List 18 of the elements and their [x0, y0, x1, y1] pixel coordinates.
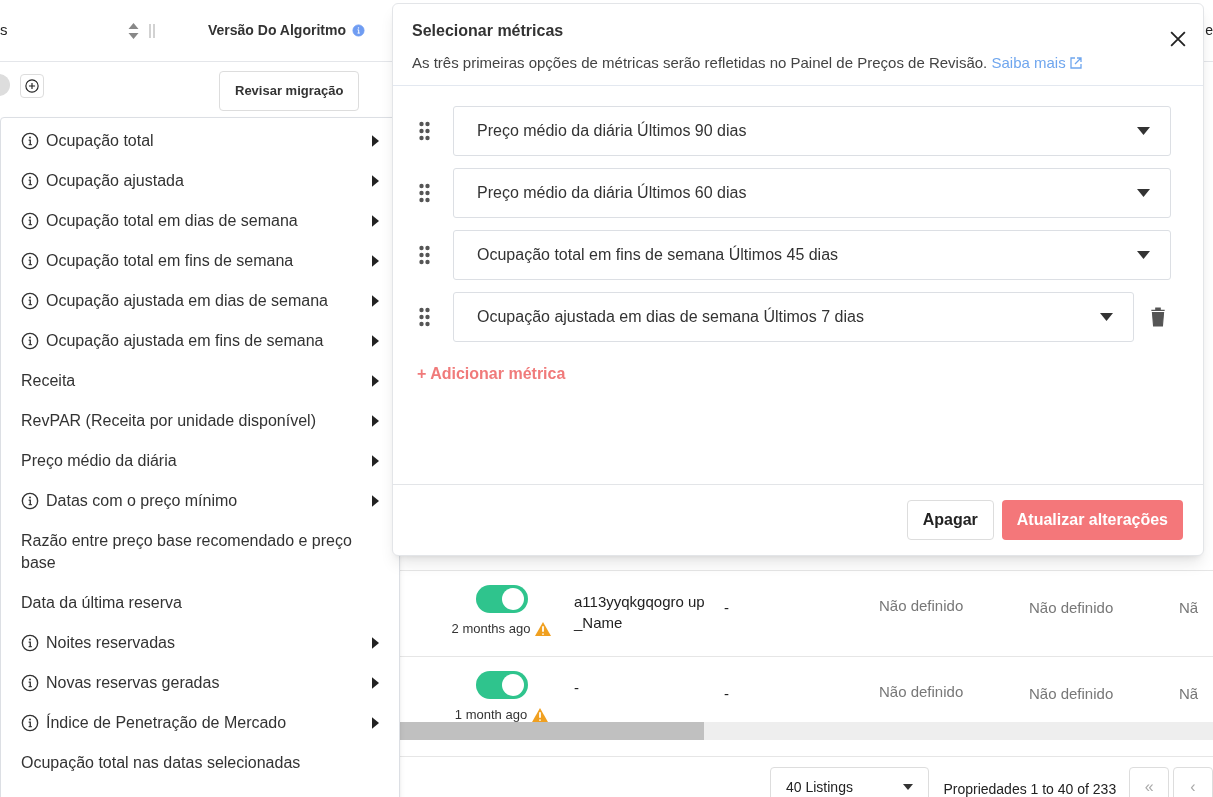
table-cell-text: Não definido: [1029, 598, 1115, 618]
column-header: s: [0, 20, 9, 41]
table-cell-text: Não definido: [1029, 684, 1115, 704]
table-cell-text: a113yyqkgqogro up_Name: [574, 592, 706, 633]
table-cell-text: Não definido: [879, 596, 965, 616]
table-cell-text: -: [723, 684, 730, 704]
table-cell-text: Nã: [1179, 598, 1199, 618]
last-sync-time: 1 month ago: [454, 706, 528, 722]
pagination-range: Propriedades 1 to 40 of 233: [943, 780, 1117, 797]
table-cell-text: -: [723, 598, 730, 618]
column-header: Versão Do Algoritmo: [208, 21, 346, 40]
dialog-description: As três primeiras opções de métricas serão refletidas no Painel de Preços de Revisão. Saiba mais: [412, 52, 1184, 75]
table-cell-text: Não definido: [879, 682, 965, 702]
table-cell-text: Nã: [1179, 684, 1199, 704]
table-cell-text: -: [574, 678, 580, 698]
dialog-title: Selecionar métricas: [412, 21, 564, 41]
column-header: e: [1205, 21, 1213, 40]
last-sync-time: 2 months ago: [451, 620, 531, 638]
